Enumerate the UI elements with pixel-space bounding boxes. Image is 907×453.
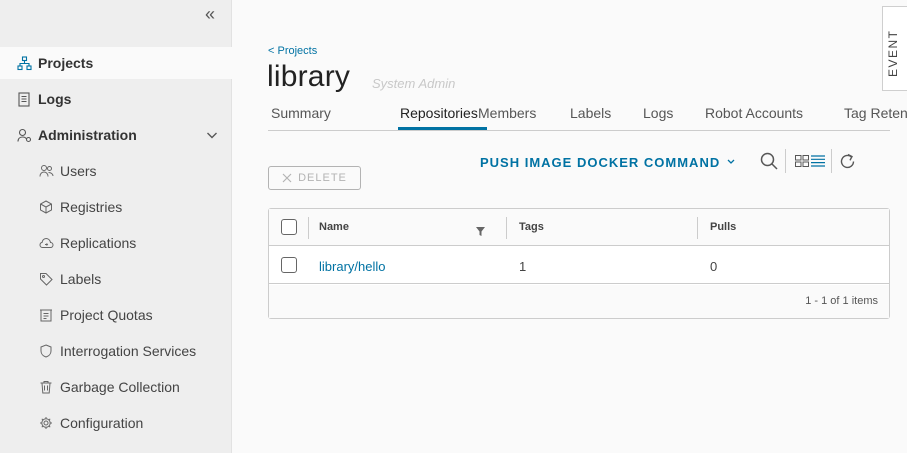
table-footer: 1 - 1 of 1 items <box>269 285 889 318</box>
sidebar-item-users[interactable]: Users <box>0 155 232 187</box>
filter-icon[interactable] <box>476 223 485 241</box>
sidebar-item-projects[interactable]: Projects <box>0 47 232 79</box>
sidebar-item-project-quotas[interactable]: Project Quotas <box>0 299 232 331</box>
repository-name-link[interactable]: library/hello <box>319 259 385 274</box>
table-row: library/hello 1 0 <box>269 246 889 284</box>
tab-tag-retention[interactable]: Tag Reten <box>844 105 907 121</box>
quotas-icon <box>38 307 54 323</box>
gear-icon <box>38 415 54 431</box>
page-title: library <box>267 60 351 93</box>
column-header-tags[interactable]: Tags <box>519 221 544 233</box>
replications-icon <box>38 235 54 251</box>
sidebar-item-configuration[interactable]: Configuration <box>0 407 232 439</box>
administration-icon <box>16 127 32 143</box>
delete-button[interactable]: DELETE <box>268 166 361 190</box>
table-header: Name Tags Pulls <box>269 209 889 246</box>
sidebar-item-label: Users <box>60 163 97 179</box>
sidebar-item-administration[interactable]: Administration <box>0 119 232 151</box>
row-checkbox[interactable] <box>281 257 297 273</box>
role-label: System Admin <box>372 76 456 91</box>
event-panel-toggle[interactable]: EVENT <box>882 6 907 91</box>
breadcrumb[interactable]: < Projects <box>268 45 317 57</box>
search-icon[interactable] <box>758 150 780 172</box>
sidebar-item-logs[interactable]: Logs <box>0 83 232 115</box>
chevron-down-icon <box>727 153 735 168</box>
refresh-icon[interactable] <box>836 150 858 172</box>
sidebar-item-label: Projects <box>38 55 94 71</box>
tab-logs[interactable]: Logs <box>643 105 673 121</box>
collapse-sidebar-icon[interactable]: « <box>201 4 219 24</box>
sidebar-item-replications[interactable]: Replications <box>0 227 232 259</box>
sidebar-item-label: Administration <box>38 127 137 143</box>
column-header-name[interactable]: Name <box>319 221 349 233</box>
sidebar-item-registries[interactable]: Registries <box>0 191 232 223</box>
column-separator <box>308 217 309 239</box>
sidebar-item-label: Replications <box>60 235 137 251</box>
sidebar-item-interrogation-services[interactable]: Interrogation Services <box>0 335 232 367</box>
trash-icon <box>38 379 54 395</box>
toolbar-separator <box>831 149 832 173</box>
tags-count: 1 <box>519 259 527 274</box>
event-tab-label: EVENT <box>886 29 900 77</box>
active-tab-indicator <box>398 127 487 130</box>
toolbar-separator <box>785 149 786 173</box>
pagination-summary: 1 - 1 of 1 items <box>805 295 878 307</box>
pulls-count: 0 <box>710 259 718 274</box>
column-header-pulls[interactable]: Pulls <box>710 221 736 233</box>
sidebar-item-label: Labels <box>60 271 102 287</box>
delete-button-label: DELETE <box>298 172 347 184</box>
sidebar: « Projects Logs Administration Users Reg… <box>0 0 232 453</box>
sidebar-item-label: Logs <box>38 91 72 107</box>
close-icon <box>282 173 292 183</box>
tag-icon <box>38 271 54 287</box>
list-view-icon[interactable] <box>807 150 829 172</box>
repositories-table: Name Tags Pulls library/hello 1 0 1 - 1 … <box>268 208 890 319</box>
column-separator <box>697 217 698 239</box>
users-icon <box>38 163 54 179</box>
select-all-checkbox[interactable] <box>281 219 297 235</box>
sidebar-item-label: Project Quotas <box>60 307 153 323</box>
logs-icon <box>16 91 32 107</box>
column-separator <box>506 217 507 239</box>
sidebar-item-garbage-collection[interactable]: Garbage Collection <box>0 371 232 403</box>
main-content: < Projects library System Admin Summary … <box>232 0 907 453</box>
tab-repositories[interactable]: Repositories <box>400 105 478 121</box>
sidebar-item-label: Registries <box>60 199 123 215</box>
sidebar-item-labels[interactable]: Labels <box>0 263 232 295</box>
sidebar-item-label: Interrogation Services <box>60 343 197 359</box>
projects-icon <box>16 55 32 71</box>
sidebar-item-label: Configuration <box>60 415 144 431</box>
tab-labels[interactable]: Labels <box>570 105 611 121</box>
push-command-label: PUSH IMAGE DOCKER COMMAND <box>480 155 721 170</box>
tab-summary[interactable]: Summary <box>271 105 331 121</box>
shield-icon <box>38 343 54 359</box>
sidebar-item-label: Garbage Collection <box>60 379 180 395</box>
tab-members[interactable]: Members <box>478 105 536 121</box>
push-image-command-dropdown[interactable]: PUSH IMAGE DOCKER COMMAND <box>480 153 735 170</box>
chevron-down-icon <box>206 128 218 144</box>
tab-robot-accounts[interactable]: Robot Accounts <box>705 105 803 121</box>
registries-icon <box>38 199 54 215</box>
tab-bar: Summary Repositories Members Labels Logs… <box>268 101 907 131</box>
